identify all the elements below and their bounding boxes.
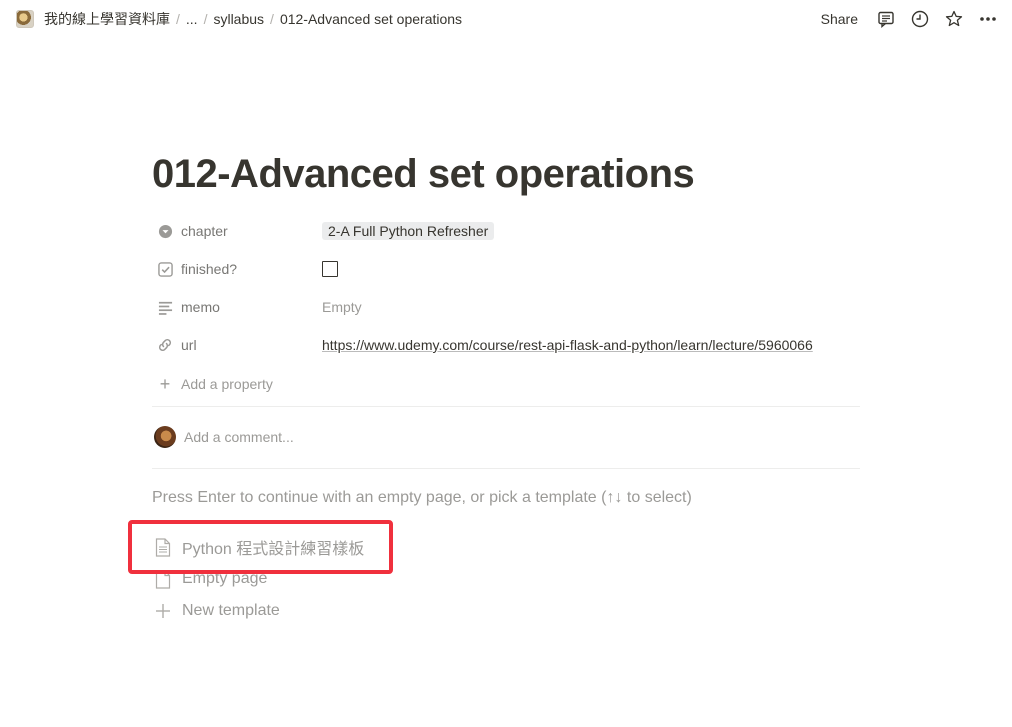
clock-icon[interactable] [910,9,930,29]
page-title[interactable]: 012-Advanced set operations [152,150,860,208]
divider [152,468,860,469]
finished-checkbox[interactable] [322,261,338,277]
link-icon [156,336,174,354]
property-value [322,261,860,277]
property-label: memo [181,299,220,315]
property-label: url [181,337,197,353]
comment-input[interactable]: Add a comment... [184,429,294,445]
property-name[interactable]: memo [152,298,322,316]
property-finished: finished? [152,250,860,288]
more-icon[interactable] [978,9,998,29]
highlight-annotation [128,520,393,574]
empty-value: Empty [322,299,362,315]
url-link[interactable]: https://www.udemy.com/course/rest-api-fl… [322,337,813,353]
plus-icon: + [159,373,171,394]
property-name[interactable]: finished? [152,260,322,278]
breadcrumb-separator: / [203,11,208,27]
text-icon [156,298,174,316]
checkbox-icon [156,260,174,278]
share-button[interactable]: Share [817,9,862,29]
comment-icon[interactable] [876,9,896,29]
property-label: chapter [181,223,228,239]
add-property-label: Add a property [181,376,273,392]
template-item-new[interactable]: New template [152,595,860,627]
header-actions: Share [817,9,998,29]
select-tag: 2-A Full Python Refresher [322,222,495,240]
property-chapter: chapter 2-A Full Python Refresher [152,212,860,250]
avatar [154,425,176,448]
property-value: https://www.udemy.com/course/rest-api-fl… [322,337,860,353]
properties-list: chapter 2-A Full Python Refresher finish… [152,212,860,404]
add-property-button[interactable]: + Add a property [152,364,860,404]
comment-row: Add a comment... [152,407,860,466]
breadcrumb: 我的線上學習資料庫 / ... / syllabus / 012-Advance… [16,7,466,31]
breadcrumb-current[interactable]: 012-Advanced set operations [276,9,466,29]
breadcrumb-separator: / [270,11,274,27]
property-name[interactable]: chapter [152,222,322,240]
plus-icon [152,603,174,619]
template-label: New template [182,602,280,619]
select-icon [156,222,174,240]
breadcrumb-parent[interactable]: syllabus [209,9,268,29]
top-bar: 我的線上學習資料庫 / ... / syllabus / 012-Advance… [0,0,1012,38]
property-url: url https://www.udemy.com/course/rest-ap… [152,326,860,364]
breadcrumb-ellipsis[interactable]: ... [182,9,202,29]
property-label: finished? [181,261,238,277]
property-value[interactable]: Empty [322,299,860,315]
property-value[interactable]: 2-A Full Python Refresher [322,222,860,240]
star-icon[interactable] [944,9,964,29]
property-name[interactable]: url [152,336,322,354]
template-hint: Press Enter to continue with an empty pa… [152,489,692,506]
breadcrumb-separator: / [176,11,180,27]
workspace-icon [16,10,34,28]
breadcrumb-workspace[interactable]: 我的線上學習資料庫 [40,7,174,31]
property-memo: memo Empty [152,288,860,326]
